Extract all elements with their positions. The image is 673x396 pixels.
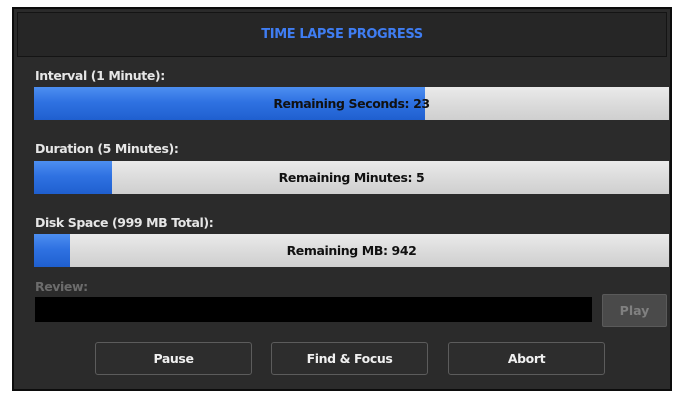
review-label: Review:	[35, 279, 88, 294]
dialog-title: TIME LAPSE PROGRESS	[261, 27, 423, 42]
duration-label: Duration (5 Minutes):	[35, 141, 179, 156]
interval-progress-bar: Remaining Seconds: 23	[34, 87, 669, 120]
disk-space-label: Disk Space (999 MB Total):	[35, 215, 214, 230]
review-scrubber[interactable]	[35, 297, 592, 322]
disk-space-progress-text: Remaining MB: 942	[286, 243, 417, 258]
time-lapse-progress-dialog: TIME LAPSE PROGRESS Interval (1 Minute):…	[12, 7, 672, 391]
interval-label: Interval (1 Minute):	[35, 68, 165, 83]
pause-button[interactable]: Pause	[95, 342, 252, 375]
dialog-title-bar: TIME LAPSE PROGRESS	[17, 12, 667, 57]
abort-button[interactable]: Abort	[448, 342, 605, 375]
duration-progress-text: Remaining Minutes: 5	[278, 170, 425, 185]
play-button[interactable]: Play	[602, 294, 667, 327]
interval-progress-text: Remaining Seconds: 23	[273, 96, 430, 111]
disk-space-progress-bar: Remaining MB: 942	[34, 234, 669, 267]
find-focus-button[interactable]: Find & Focus	[271, 342, 428, 375]
duration-progress-bar: Remaining Minutes: 5	[34, 161, 669, 194]
